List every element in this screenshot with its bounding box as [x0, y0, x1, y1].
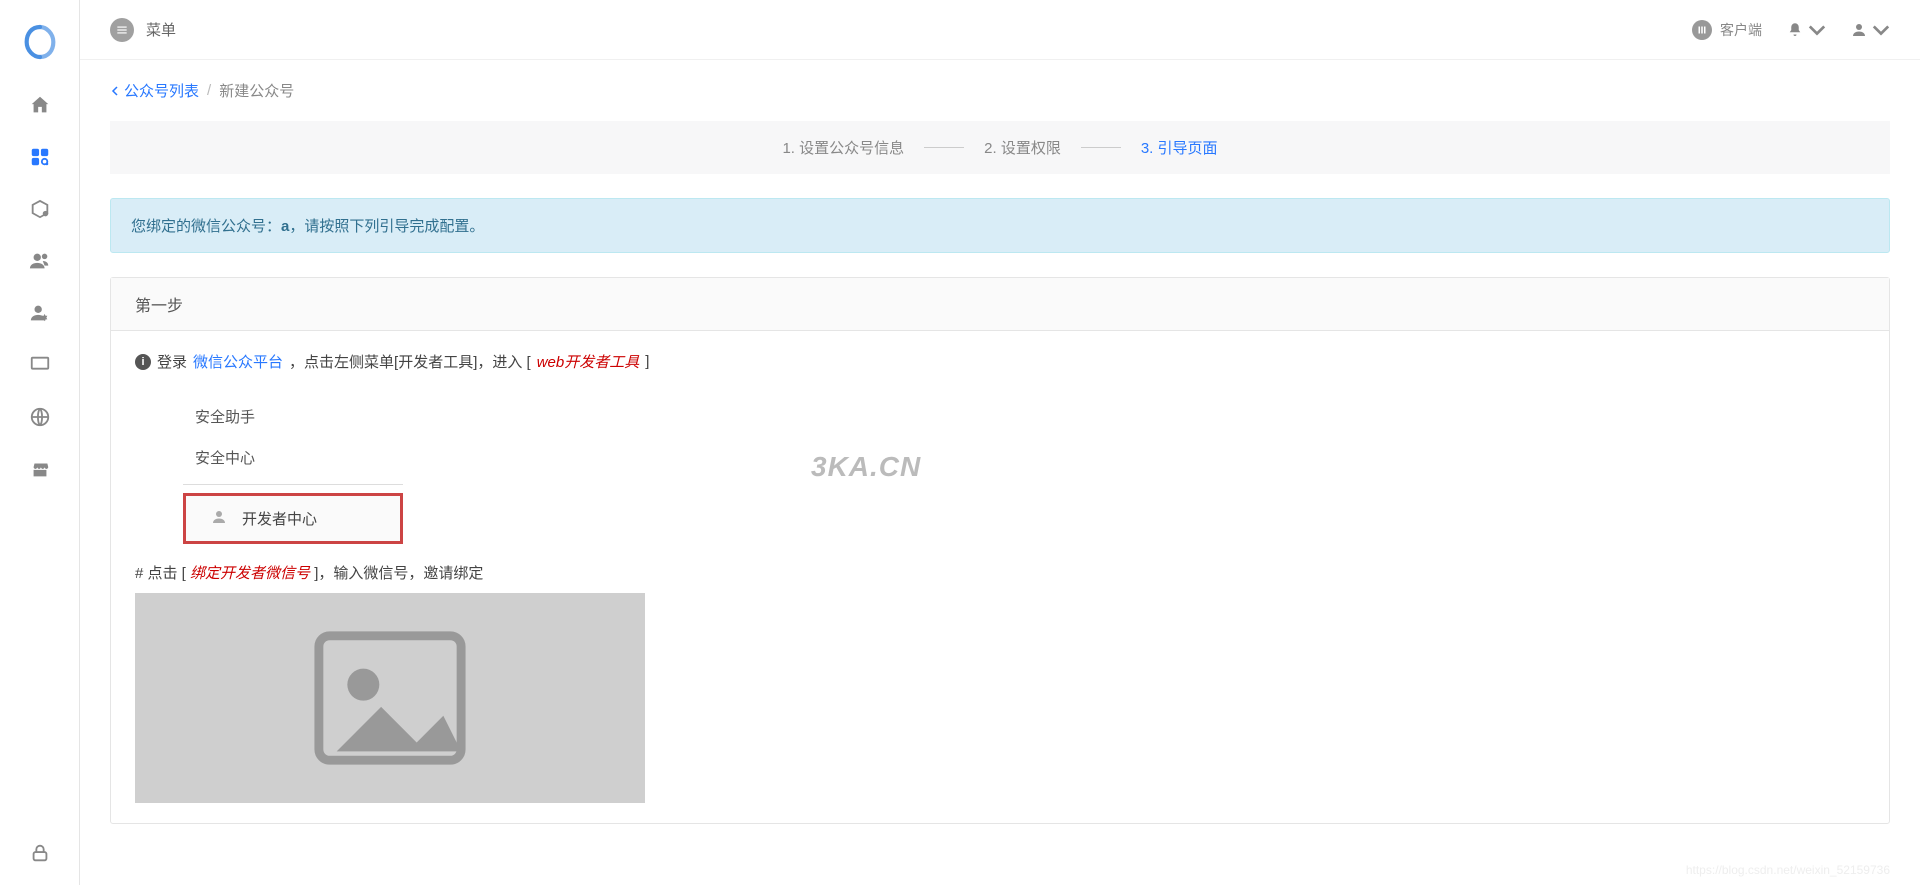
- sidebar: [0, 0, 80, 885]
- nav-home-icon[interactable]: [28, 93, 52, 117]
- nav-package-icon[interactable]: [28, 197, 52, 221]
- client-label: 客户端: [1720, 20, 1762, 40]
- user-icon: [210, 508, 228, 529]
- breadcrumb-separator: /: [207, 82, 211, 99]
- wechat-nav-item: 安全助手: [183, 396, 403, 437]
- instruction-text-2: ]: [645, 353, 649, 370]
- step-divider: [1081, 147, 1121, 148]
- nav-display-icon[interactable]: [28, 353, 52, 377]
- chevron-down-icon: [1872, 21, 1890, 39]
- logo[interactable]: [20, 0, 60, 93]
- step-divider: [924, 147, 964, 148]
- bell-icon: [1786, 21, 1804, 39]
- notifications-dropdown[interactable]: [1786, 21, 1826, 39]
- image-placeholder: [135, 593, 645, 803]
- second-instruction: # 点击 [ 绑定开发者微信号 ]，输入微信号，邀请绑定: [135, 562, 1865, 583]
- wechat-nav-highlighted: 开发者中心: [183, 493, 403, 544]
- nav-apps-icon[interactable]: [28, 145, 52, 169]
- alert-prefix: 您绑定的微信公众号：: [131, 218, 281, 235]
- panel-step-1: 第一步 i 登录 微信公众平台 ，点击左侧菜单[开发者工具]，进入 [ web开发…: [110, 277, 1890, 824]
- watermark: 3KA.CN: [811, 451, 921, 483]
- second-instruction-suffix: ]，输入微信号，邀请绑定: [310, 565, 483, 582]
- instruction-text-1: ，点击左侧菜单[开发者工具]，进入 [: [289, 351, 531, 372]
- alert-bound-account: 您绑定的微信公众号：a，请按照下列引导完成配置。: [110, 198, 1890, 253]
- client-link[interactable]: 客户端: [1692, 20, 1762, 40]
- topbar: 菜单 客户端: [80, 0, 1920, 60]
- second-instruction-em: 绑定开发者微信号: [190, 565, 310, 582]
- instruction-line: i 登录 微信公众平台，点击左侧菜单[开发者工具]，进入 [ web开发者工具 …: [135, 351, 1865, 372]
- breadcrumb-back-link[interactable]: 公众号列表: [110, 80, 199, 101]
- wechat-nav-illustration: 安全助手 安全中心 开发者中心: [183, 396, 403, 544]
- wechat-nav-highlighted-label: 开发者中心: [242, 508, 317, 529]
- instruction-tool-em: web开发者工具: [537, 351, 640, 372]
- chevron-down-icon: [1808, 21, 1826, 39]
- wechat-nav-divider: [183, 484, 403, 485]
- breadcrumb-current: 新建公众号: [219, 80, 294, 101]
- second-instruction-prefix: # 点击 [: [135, 565, 190, 582]
- wechat-platform-link[interactable]: 微信公众平台: [193, 351, 283, 372]
- nav-users-icon[interactable]: [28, 249, 52, 273]
- breadcrumb: 公众号列表 / 新建公众号: [110, 80, 1890, 121]
- steps-bar: 1. 设置公众号信息 2. 设置权限 3. 引导页面: [110, 121, 1890, 174]
- nav-user-settings-icon[interactable]: [28, 301, 52, 325]
- menu-label: 菜单: [146, 19, 176, 40]
- step-3: 3. 引导页面: [1141, 137, 1218, 158]
- step-2: 2. 设置权限: [984, 137, 1061, 158]
- user-dropdown[interactable]: [1850, 21, 1890, 39]
- image-placeholder-icon: [300, 618, 480, 778]
- content: 公众号列表 / 新建公众号 1. 设置公众号信息 2. 设置权限 3. 引导页面…: [80, 60, 1920, 885]
- nav-globe-icon[interactable]: [28, 405, 52, 429]
- info-icon: i: [135, 354, 151, 370]
- step-1: 1. 设置公众号信息: [782, 137, 904, 158]
- panel-header: 第一步: [111, 278, 1889, 331]
- client-icon: [1692, 20, 1712, 40]
- chevron-left-icon: [110, 85, 120, 97]
- wechat-nav-item: 安全中心: [183, 437, 403, 478]
- alert-suffix: ，请按照下列引导完成配置。: [289, 218, 484, 235]
- nav-store-icon[interactable]: [28, 457, 52, 481]
- footer-watermark: https://blog.csdn.net/weixin_52159736: [1686, 863, 1890, 877]
- menu-toggle-icon[interactable]: [110, 18, 134, 42]
- nav-lock-icon[interactable]: [28, 841, 52, 865]
- instruction-login: 登录: [157, 351, 187, 372]
- user-icon: [1850, 21, 1868, 39]
